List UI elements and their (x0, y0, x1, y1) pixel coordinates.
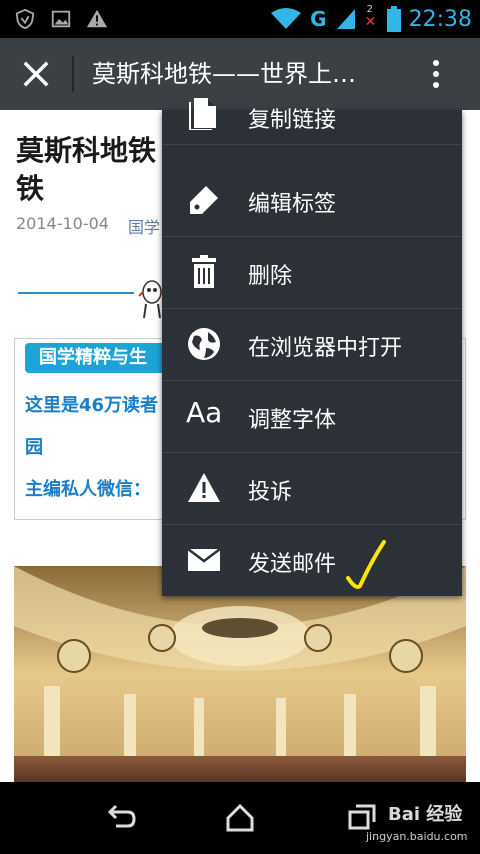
menu-label-adjust-font: 调整字体 (248, 408, 337, 433)
back-icon[interactable] (104, 802, 136, 834)
card-line-2: 园 (25, 437, 43, 458)
trash-icon (192, 255, 216, 288)
decorative-divider (18, 292, 134, 294)
menu-label-open-in-browser: 在浏览器中打开 (248, 336, 403, 361)
overflow-menu: 复制链接 编辑标签 删除 在浏览器中打开 Aa 调整字体 投诉 发送邮件 (162, 98, 462, 596)
article-title-line1: 莫斯科地铁 (16, 134, 157, 167)
menu-item-copy-link[interactable]: 复制链接 (162, 90, 462, 145)
mail-icon (187, 548, 221, 571)
close-icon[interactable] (18, 56, 54, 92)
status-bar: G 2 ✕ 22:38 (0, 0, 480, 38)
network-type-label: G (310, 7, 327, 31)
annotation-checkmark-icon (346, 540, 386, 589)
card-line-1: 这里是46万读者 (25, 395, 159, 416)
menu-label-report: 投诉 (248, 480, 293, 505)
menu-item-send-email[interactable]: 发送邮件 (162, 524, 462, 596)
menu-item-open-in-browser[interactable]: 在浏览器中打开 (162, 308, 462, 381)
font-size-icon: Aa (186, 396, 223, 429)
page-title: 莫斯科地铁——世界上… (92, 60, 356, 88)
menu-item-adjust-font[interactable]: Aa 调整字体 (162, 380, 462, 453)
tag-icon (190, 186, 218, 214)
globe-icon (188, 328, 220, 360)
baidu-watermark-url: jingyan.baidu.com (366, 830, 468, 843)
shield-icon (15, 8, 35, 30)
alert-icon (86, 9, 108, 28)
baidu-watermark: Bai 经验 (388, 804, 463, 825)
menu-label-send-email: 发送邮件 (248, 552, 337, 577)
no-signal-x-icon: ✕ (364, 14, 377, 30)
battery-icon (386, 6, 401, 32)
menu-label-copy-link: 复制链接 (248, 108, 337, 133)
warning-icon (188, 473, 220, 502)
menu-label-edit-tag: 编辑标签 (248, 192, 337, 217)
menu-label-delete: 删除 (248, 264, 293, 289)
more-vert-icon[interactable] (424, 56, 448, 92)
copy-icon (189, 98, 216, 130)
wifi-icon (271, 8, 302, 29)
image-icon (51, 10, 71, 28)
card-line-3: 主编私人微信： (25, 479, 151, 500)
clock: 22:38 (408, 6, 472, 32)
article-source-link[interactable]: 国学 (128, 214, 160, 238)
toolbar-divider (72, 56, 74, 92)
card-tag: 国学精粹与生 (25, 343, 179, 373)
signal-icon (336, 9, 355, 29)
menu-item-delete[interactable]: 删除 (162, 236, 462, 309)
menu-item-report[interactable]: 投诉 (162, 452, 462, 525)
home-icon[interactable] (224, 802, 256, 834)
metro-station-photo (14, 566, 466, 782)
article-title-line2: 铁 (16, 172, 45, 205)
menu-item-edit-tag[interactable]: 编辑标签 (162, 164, 462, 237)
sim2-indicator: 2 ✕ (365, 4, 379, 34)
article-date: 2014-10-04 (16, 214, 109, 233)
article-title: 莫斯科地铁 铁 (16, 132, 166, 208)
